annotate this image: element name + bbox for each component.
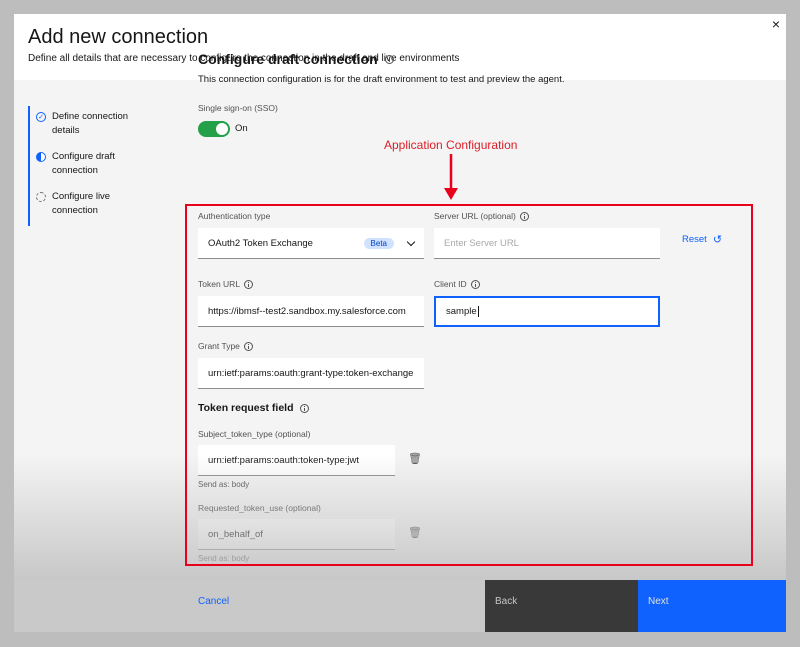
step-label: Configure live connection bbox=[52, 191, 111, 216]
info-icon[interactable] bbox=[244, 279, 254, 289]
checkmark-circle-icon: ✓ bbox=[36, 112, 46, 122]
info-icon[interactable] bbox=[519, 211, 529, 221]
send-as-text: Send as: body bbox=[198, 480, 250, 489]
step-configure-live[interactable]: Configure live connection bbox=[30, 186, 168, 226]
reset-button[interactable]: Reset ↺ bbox=[682, 233, 722, 246]
back-button[interactable]: Back bbox=[485, 580, 638, 632]
client-id-label: Client ID bbox=[434, 279, 480, 289]
config-description: This connection configuration is for the… bbox=[198, 74, 565, 85]
token-request-title: Token request field bbox=[198, 402, 309, 414]
config-title: Configure draft connection bbox=[198, 51, 394, 67]
close-icon[interactable]: × bbox=[772, 16, 780, 32]
step-label: Define connection details bbox=[52, 111, 129, 136]
cancel-button[interactable]: Cancel bbox=[14, 580, 485, 632]
subject-token-type-label: Subject_token_type (optional) bbox=[198, 429, 311, 439]
info-icon[interactable] bbox=[299, 403, 309, 413]
next-button[interactable]: Next bbox=[638, 580, 786, 632]
step-label: Configure draft connection bbox=[52, 151, 115, 176]
modal-body: ✓ Define connection details Configure dr… bbox=[14, 80, 786, 580]
token-url-label: Token URL bbox=[198, 279, 254, 289]
modal-footer: Cancel Back Next bbox=[14, 580, 786, 632]
annotation-label: Application Configuration bbox=[384, 138, 518, 152]
auth-type-label: Authentication type bbox=[198, 211, 271, 221]
grant-type-input[interactable]: urn:ietf:params:oauth:grant-type:token-e… bbox=[198, 358, 424, 389]
info-icon[interactable] bbox=[243, 341, 253, 351]
requested-token-use-label: Requested_token_use (optional) bbox=[198, 503, 321, 513]
sso-toggle[interactable] bbox=[198, 121, 230, 137]
add-connection-modal: × Add new connection Define all details … bbox=[14, 14, 786, 632]
beta-badge: Beta bbox=[363, 237, 394, 249]
server-url-input[interactable]: Enter Server URL bbox=[434, 228, 660, 259]
send-as-text: Send as: body bbox=[198, 554, 250, 563]
progress-steps: ✓ Define connection details Configure dr… bbox=[28, 106, 168, 226]
subject-token-type-input[interactable]: urn:ietf:params:oauth:token-type:jwt bbox=[198, 445, 395, 476]
token-url-input[interactable]: https://ibmsf--test2.sandbox.my.salesfor… bbox=[198, 296, 424, 327]
client-id-input[interactable]: sample bbox=[434, 296, 660, 327]
annotation-arrow-icon bbox=[444, 154, 458, 200]
toggle-knob bbox=[216, 123, 228, 135]
trash-icon[interactable]: 🗑 bbox=[408, 526, 422, 539]
half-circle-icon bbox=[36, 152, 46, 162]
server-url-label: Server URL (optional) bbox=[434, 211, 529, 221]
sso-label: Single sign-on (SSO) bbox=[198, 103, 278, 113]
requested-token-use-input[interactable]: on_behalf_of bbox=[198, 519, 395, 550]
sso-toggle-state: On bbox=[235, 123, 248, 134]
dashed-circle-icon bbox=[36, 192, 46, 202]
info-icon[interactable] bbox=[470, 279, 480, 289]
step-configure-draft[interactable]: Configure draft connection bbox=[30, 146, 168, 186]
auth-type-select[interactable]: OAuth2 Token Exchange Beta bbox=[198, 228, 424, 259]
info-icon[interactable] bbox=[384, 55, 394, 64]
text-cursor bbox=[477, 306, 479, 317]
step-define-connection[interactable]: ✓ Define connection details bbox=[30, 106, 168, 146]
reset-icon: ↺ bbox=[712, 234, 723, 246]
trash-icon[interactable]: 🗑 bbox=[408, 452, 422, 465]
modal-title: Add new connection bbox=[28, 26, 209, 48]
chevron-down-icon bbox=[406, 237, 416, 246]
grant-type-label: Grant Type bbox=[198, 341, 253, 351]
